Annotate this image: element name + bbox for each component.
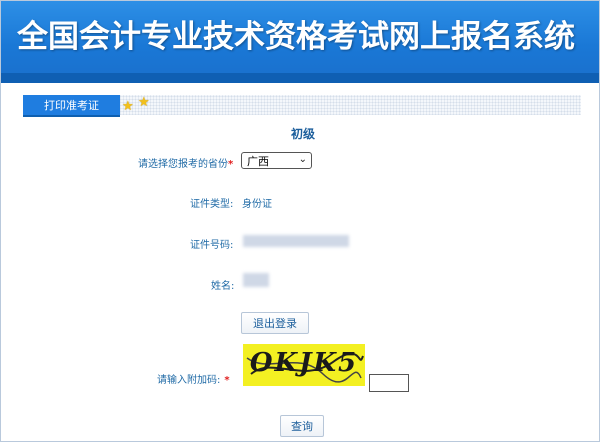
- id-type-value: 身份证: [242, 199, 272, 210]
- chevron-down-icon: ⌄: [298, 154, 307, 165]
- province-select[interactable]: 广西 ⌄: [241, 152, 312, 169]
- header-banner: 全国会计专业技术资格考试网上报名系统: [1, 1, 599, 83]
- province-label-text: 请选择您报考的省份: [138, 159, 228, 170]
- captcha-image[interactable]: OKJK5: [243, 344, 365, 386]
- captcha-label-text: 请输入附加码:: [157, 375, 221, 386]
- required-marker: *: [224, 375, 230, 386]
- star-icon: ★: [138, 95, 150, 110]
- exam-level-heading: 初级: [290, 127, 315, 141]
- query-button[interactable]: 查询: [280, 415, 324, 437]
- province-label: 请选择您报考的省份*: [138, 155, 233, 170]
- tab-print-admission-ticket[interactable]: 打印准考证: [23, 95, 120, 117]
- name-value-redacted: [243, 273, 269, 287]
- id-number-value-redacted: [243, 235, 349, 247]
- captcha-text: OKJK5: [249, 348, 359, 378]
- captcha-label: 请输入附加码: *: [157, 371, 230, 386]
- captcha-input[interactable]: [369, 374, 409, 392]
- star-icon: ★: [122, 99, 134, 114]
- id-number-label: 证件号码:: [190, 240, 234, 251]
- header-band: [1, 73, 599, 83]
- id-type-label: 证件类型:: [190, 199, 234, 210]
- required-marker: *: [228, 159, 234, 170]
- logout-button[interactable]: 退出登录: [241, 312, 309, 334]
- name-label: 姓名:: [211, 281, 235, 292]
- page-title: 全国会计专业技术资格考试网上报名系统: [17, 19, 575, 55]
- province-select-value: 广西: [247, 154, 269, 168]
